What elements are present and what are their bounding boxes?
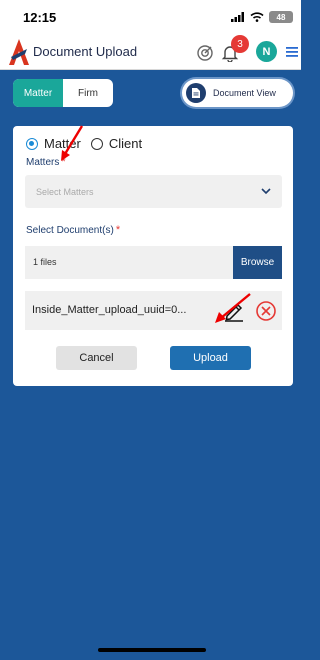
signal-icon	[231, 12, 244, 22]
file-picker-row: 1 files Browse	[25, 246, 282, 279]
annotation-arrow-icon	[61, 125, 84, 161]
battery-icon: 48	[269, 11, 293, 23]
upload-form-card: Matter Client Matters * Select Matters Se…	[13, 126, 293, 386]
cancel-button[interactable]: Cancel	[56, 346, 137, 370]
file-count: 1 files	[33, 257, 57, 267]
home-indicator	[98, 648, 206, 652]
analytics-icon[interactable]	[196, 44, 214, 62]
logo-icon	[9, 39, 29, 65]
avatar[interactable]: N	[256, 41, 277, 62]
toggle-firm[interactable]: Firm	[63, 79, 113, 107]
status-time: 12:15	[23, 10, 57, 25]
menu-icon[interactable]	[286, 46, 298, 58]
remove-icon[interactable]	[255, 300, 277, 322]
required-marker: *	[115, 224, 121, 236]
wifi-icon	[250, 12, 264, 22]
radio-matter[interactable]	[26, 137, 38, 150]
notification-badge: 3	[231, 35, 249, 53]
documents-label: Select Document(s) *	[26, 224, 121, 236]
matters-placeholder: Select Matters	[36, 187, 94, 197]
browse-button[interactable]: Browse	[233, 246, 282, 279]
page-title: Document Upload	[33, 44, 138, 59]
upload-button[interactable]: Upload	[170, 346, 251, 370]
radio-client-label[interactable]: Client	[109, 136, 142, 151]
scope-radio-group: Matter Client	[26, 136, 152, 151]
annotation-arrow-icon	[215, 293, 251, 323]
toggle-matter[interactable]: Matter	[13, 79, 63, 107]
document-view-button[interactable]: Document View	[182, 79, 293, 107]
document-icon	[186, 83, 206, 103]
radio-client[interactable]	[90, 137, 103, 150]
matters-select[interactable]: Select Matters	[25, 175, 282, 208]
status-icons: 48	[231, 11, 293, 23]
document-view-label: Document View	[213, 88, 276, 98]
matter-firm-toggle: Matter Firm	[13, 79, 113, 107]
chevron-down-icon	[261, 188, 271, 195]
status-bar: 12:15 48	[0, 0, 301, 34]
app-header: Document Upload 3 N	[0, 34, 301, 70]
file-name: Inside_Matter_upload_uuid=0...	[32, 304, 187, 316]
